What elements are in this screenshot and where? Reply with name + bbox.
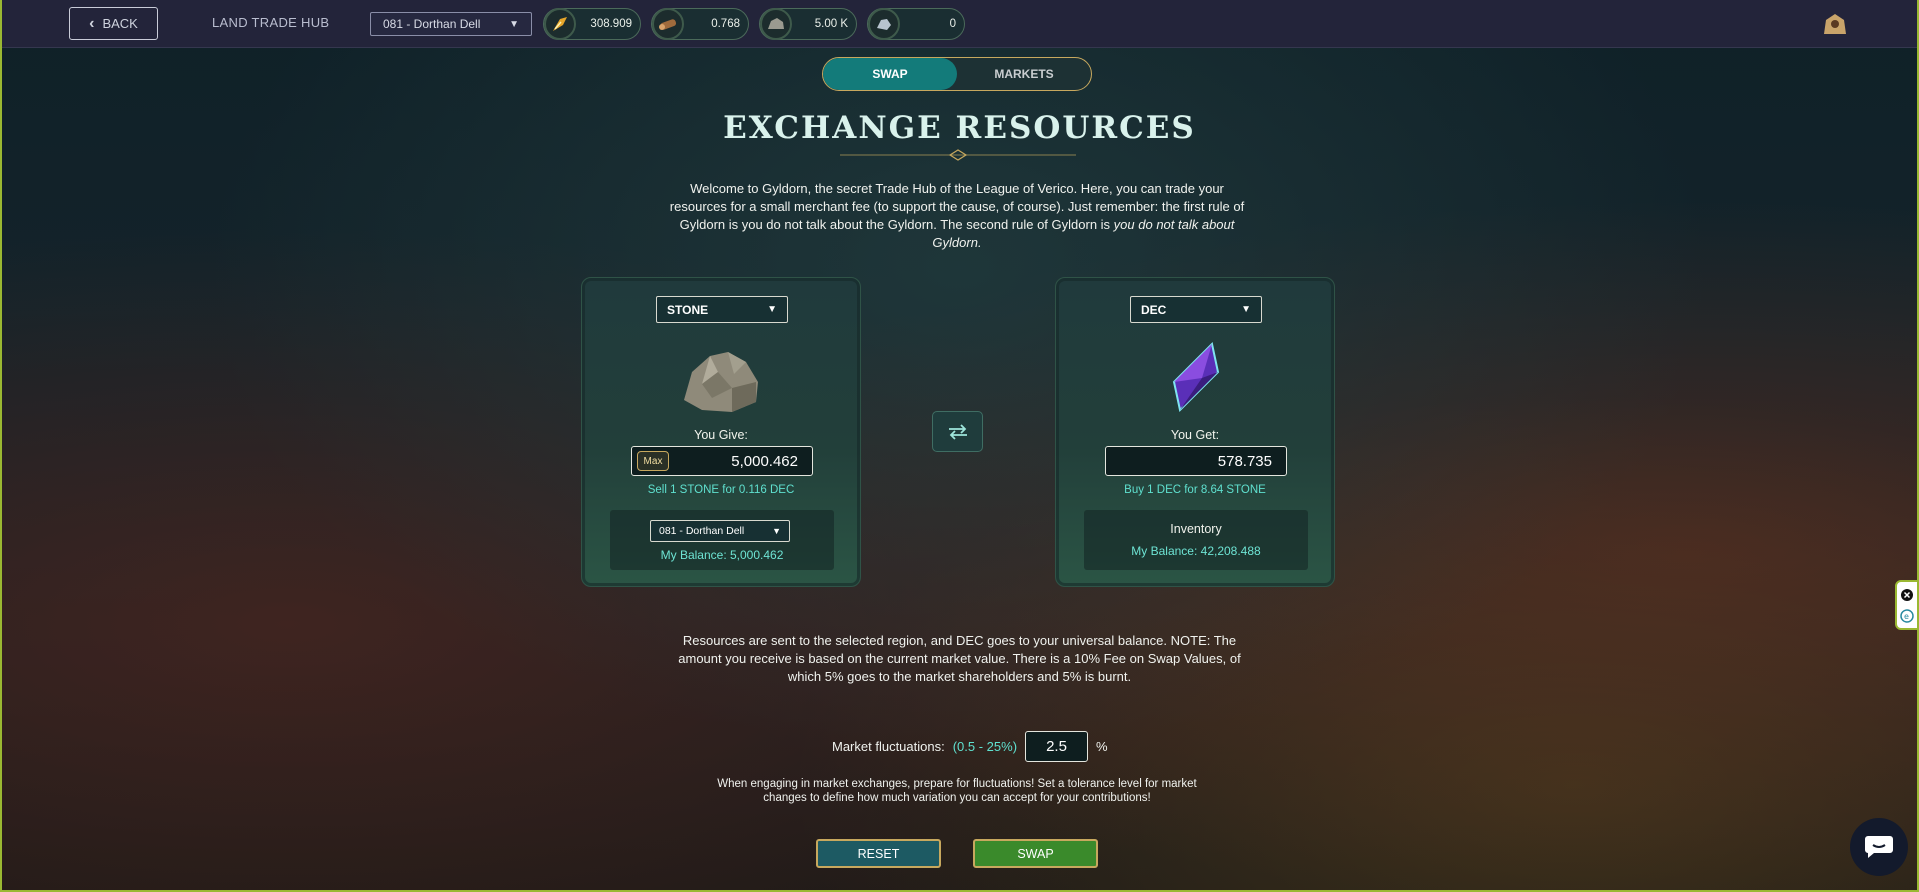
give-amount-value: 5,000.462 bbox=[731, 452, 798, 470]
back-button[interactable]: ‹ BACK bbox=[69, 7, 158, 40]
resource-value: 5.00 K bbox=[814, 18, 848, 30]
get-amount-output: 578.735 bbox=[1105, 446, 1287, 476]
give-balance: My Balance: 5,000.462 bbox=[660, 548, 784, 562]
tolerance-text: When engaging in market exchanges, prepa… bbox=[717, 778, 1197, 804]
give-region-box: 081 - Dorthan Dell ▼ My Balance: 5,000.4… bbox=[610, 510, 834, 570]
resource-value: 0.768 bbox=[711, 18, 740, 30]
inventory-label: Inventory bbox=[1170, 522, 1222, 536]
get-resource-value: DEC bbox=[1141, 302, 1167, 317]
extension-icon[interactable]: e bbox=[1900, 608, 1914, 623]
chevron-left-icon: ‹ bbox=[89, 14, 95, 32]
svg-text:e: e bbox=[1904, 612, 1909, 621]
region-select-value: 081 - Dorthan Dell bbox=[383, 17, 481, 31]
fluctuation-input[interactable]: 2.5 bbox=[1025, 730, 1089, 762]
stone-resource-image bbox=[684, 352, 758, 412]
close-icon[interactable] bbox=[1900, 588, 1914, 602]
inventory-box: Inventory My Balance: 42,208.488 bbox=[1084, 510, 1308, 570]
chevron-down-icon: ▼ bbox=[509, 18, 519, 30]
chevron-down-icon: ▼ bbox=[772, 526, 781, 536]
sell-rate: Sell 1 STONE for 0.116 DEC bbox=[647, 484, 795, 496]
give-label: You Give: bbox=[694, 428, 748, 442]
give-amount-input[interactable]: Max 5,000.462 bbox=[631, 446, 813, 476]
tab-markets[interactable]: MARKETS bbox=[957, 58, 1091, 90]
swap-direction-button[interactable] bbox=[932, 411, 983, 452]
side-widget[interactable]: e bbox=[1895, 580, 1919, 630]
get-balance: My Balance: 42,208.488 bbox=[1131, 544, 1261, 558]
wood-icon bbox=[652, 8, 684, 40]
user-avatar-icon[interactable] bbox=[1820, 10, 1850, 38]
max-button[interactable]: Max bbox=[637, 451, 669, 471]
stone-icon bbox=[760, 8, 792, 40]
percent-unit: % bbox=[1096, 738, 1108, 754]
swap-button[interactable]: SWAP bbox=[973, 839, 1098, 868]
fluctuation-range: (0.5 - 25%) bbox=[952, 738, 1018, 754]
get-label: You Get: bbox=[1170, 428, 1220, 442]
give-resource-value: STONE bbox=[667, 302, 709, 317]
chevron-down-icon: ▼ bbox=[1241, 304, 1251, 315]
chevron-down-icon: ▼ bbox=[767, 304, 777, 315]
fluctuation-label: Market fluctuations: bbox=[832, 738, 945, 754]
fee-note: Resources are sent to the selected regio… bbox=[678, 633, 1241, 684]
resource-pill-stone: 5.00 K bbox=[759, 8, 857, 40]
resource-pill-grain: 308.909 bbox=[543, 8, 641, 40]
page-title: EXCHANGE RESOURCES bbox=[723, 110, 1196, 146]
title-divider bbox=[840, 149, 1076, 161]
swap-arrows-icon bbox=[948, 423, 967, 440]
tab-swap[interactable]: SWAP bbox=[823, 58, 957, 90]
grain-icon bbox=[544, 8, 576, 40]
dec-crystal-image bbox=[1172, 341, 1220, 413]
give-region-select[interactable]: 081 - Dorthan Dell ▼ bbox=[650, 520, 790, 542]
back-label: BACK bbox=[102, 16, 138, 31]
market-fluctuation-row: Market fluctuations: (0.5 - 25%) 2.5 % bbox=[832, 730, 1108, 762]
give-resource-select[interactable]: STONE ▼ bbox=[656, 296, 788, 323]
region-select[interactable]: 081 - Dorthan Dell ▼ bbox=[370, 12, 532, 36]
resource-pill-wood: 0.768 bbox=[651, 8, 749, 40]
view-tabs: SWAP MARKETS bbox=[822, 57, 1092, 91]
get-panel: DEC ▼ You Get: 578.735 Buy 1 DEC for 8.6… bbox=[1055, 277, 1335, 587]
intro-text: Welcome to Gyldorn, the secret Trade Hub… bbox=[662, 180, 1252, 252]
chat-bubble-icon bbox=[1865, 836, 1893, 858]
top-bar: ‹ BACK LAND TRADE HUB 081 - Dorthan Dell… bbox=[2, 0, 1917, 48]
iron-icon bbox=[868, 8, 900, 40]
hub-title: LAND TRADE HUB bbox=[212, 15, 330, 30]
resource-value: 308.909 bbox=[590, 18, 632, 30]
buy-rate: Buy 1 DEC for 8.64 STONE bbox=[1124, 484, 1266, 496]
give-region-value: 081 - Dorthan Dell bbox=[659, 525, 745, 537]
get-amount-value: 578.735 bbox=[1217, 452, 1272, 470]
resource-pill-iron: 0 bbox=[867, 8, 965, 40]
chat-button[interactable] bbox=[1850, 818, 1908, 876]
resource-value: 0 bbox=[949, 18, 956, 30]
give-panel: STONE ▼ You Give: Max 5,000.462 Sell 1 S… bbox=[581, 277, 861, 587]
get-resource-select[interactable]: DEC ▼ bbox=[1130, 296, 1262, 323]
reset-button[interactable]: RESET bbox=[816, 839, 941, 868]
